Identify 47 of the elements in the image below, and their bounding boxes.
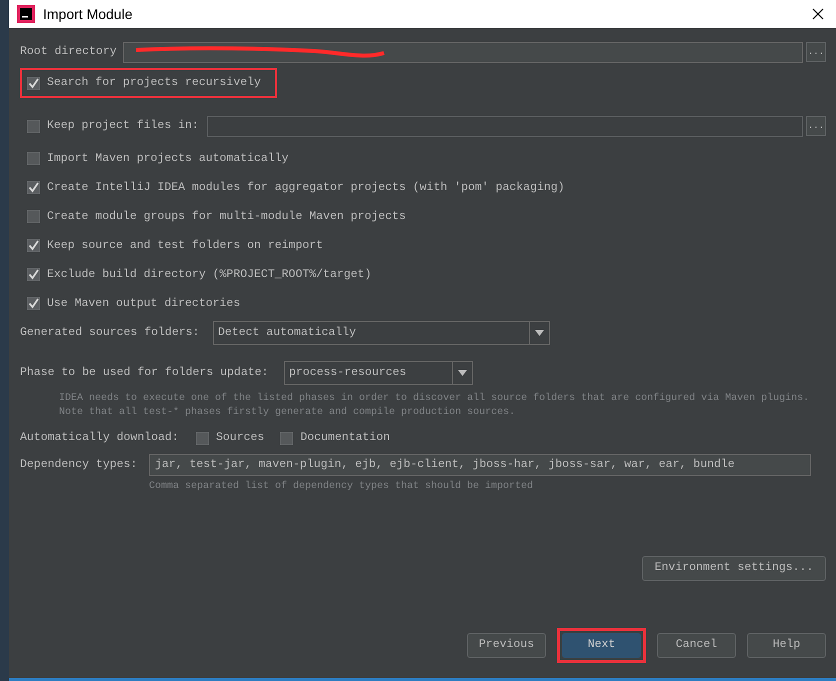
checkbox[interactable]	[27, 268, 40, 281]
dialog-button[interactable]: Next	[562, 632, 641, 658]
dropdown[interactable]: Detect automatically	[213, 321, 550, 345]
checkbox[interactable]	[27, 152, 40, 165]
field-label: Automatically download:	[20, 430, 180, 446]
window-title: Import Module	[43, 4, 132, 24]
app-logo-icon	[17, 5, 35, 23]
checkbox[interactable]	[27, 210, 40, 223]
field-label: Phase to be used for folders update:	[20, 365, 270, 382]
dropdown-arrow-icon	[458, 370, 467, 376]
checkbox-label: Keep source and test folders on reimport	[47, 238, 324, 254]
browse-button[interactable]: ...	[806, 42, 826, 62]
browse-button[interactable]: ...	[806, 116, 826, 136]
field-label: Root directory	[20, 44, 118, 60]
dropdown[interactable]: process-resources	[284, 361, 473, 385]
checkbox[interactable]	[27, 297, 40, 310]
checkbox[interactable]	[27, 120, 40, 132]
text-field[interactable]	[207, 116, 803, 136]
checkbox-label: Keep project files in:	[47, 118, 200, 134]
checkbox-label: Create IntelliJ IDEA modules for aggregator projects (with 'pom' packaging)	[47, 180, 565, 196]
environment-settings-button[interactable]: Environment settings...	[642, 556, 826, 580]
checkbox-label: Use Maven output directories	[47, 296, 240, 312]
dependency-types-field[interactable]: jar, test-jar, maven-plugin, ejb, ejb-client, jboss-har, jboss-sar, war, ear, bundle	[149, 454, 811, 476]
help-text: Note that all test-* phases firstly generate and compile production sources.	[59, 406, 516, 420]
checkbox-label: Create module groups for multi-module Maven projects	[47, 208, 406, 225]
checkbox-label: Sources	[216, 430, 264, 446]
dropdown-value: process-resources	[289, 365, 408, 382]
root-directory-field[interactable]	[123, 42, 803, 62]
checkbox-label: Exclude build directory (%PROJECT_ROOT%/target)	[47, 266, 372, 283]
checkbox-label: Search for projects recursively	[47, 75, 261, 92]
dialog-button[interactable]: Help	[747, 632, 826, 658]
checkbox[interactable]	[280, 432, 294, 444]
checkbox[interactable]	[27, 239, 40, 252]
field-label: Generated sources folders:	[20, 325, 200, 342]
help-text: IDEA needs to execute one of the listed phases in order to discover all source folders that are configured via Maven plugins.	[59, 392, 810, 406]
checkbox[interactable]	[27, 76, 40, 90]
checkbox-label: Import Maven projects automatically	[47, 150, 289, 167]
dropdown-value: Detect automatically	[218, 325, 358, 342]
checkbox[interactable]	[27, 181, 40, 194]
checkbox[interactable]	[196, 432, 209, 444]
help-text: Comma separated list of dependency types that should be imported	[148, 480, 534, 494]
close-icon[interactable]	[812, 8, 824, 20]
field-label: Dependency types:	[20, 457, 138, 474]
checkbox-label: Documentation	[300, 430, 390, 446]
dialog-button[interactable]: Cancel	[657, 632, 736, 658]
dialog-button[interactable]: Previous	[467, 632, 546, 658]
dropdown-arrow-icon	[535, 330, 544, 336]
